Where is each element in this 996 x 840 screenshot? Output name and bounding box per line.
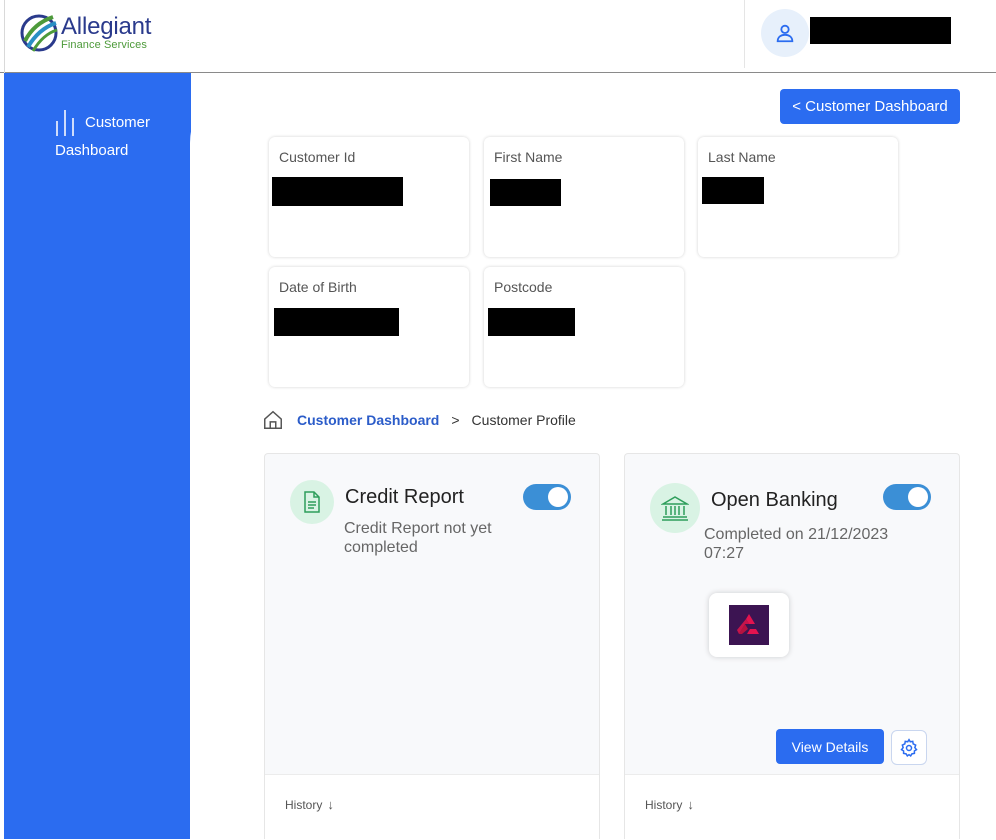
postcode-card: Postcode	[484, 267, 684, 387]
credit-report-status: Credit Report not yet completed	[344, 520, 492, 556]
user-icon	[776, 24, 794, 43]
history-label: History	[285, 797, 323, 812]
credit-report-footer: History ↓	[265, 774, 599, 840]
credit-report-title: Credit Report	[345, 486, 464, 508]
last-name-label: Last Name	[708, 149, 776, 165]
header-divider	[744, 0, 745, 68]
postcode-value-redacted	[488, 308, 575, 336]
allegiant-logo-icon	[20, 14, 58, 52]
customer-id-label: Customer Id	[279, 149, 356, 165]
customer-id-card: Customer Id	[269, 137, 469, 257]
document-icon	[304, 491, 320, 513]
open-banking-toggle[interactable]	[883, 484, 931, 510]
back-to-dashboard-button[interactable]: < Customer Dashboard	[780, 89, 960, 124]
first-name-label: First Name	[494, 149, 563, 165]
open-banking-panel: Open Banking Completed on 21/12/2023 07:…	[624, 453, 960, 840]
breadcrumb-separator: >	[451, 412, 460, 428]
last-name-value-redacted	[702, 177, 764, 204]
arrow-down-icon: ↓	[327, 797, 334, 812]
credit-report-panel: Credit Report Credit Report not yet comp…	[264, 453, 600, 840]
date-of-birth-value-redacted	[274, 308, 399, 336]
brand-name: Allegiant	[61, 13, 152, 40]
open-banking-status: Completed on 21/12/2023 07:27	[704, 526, 889, 562]
user-avatar[interactable]	[761, 9, 809, 57]
arrow-down-icon: ↓	[687, 797, 694, 812]
user-name-redacted	[810, 17, 951, 44]
breadcrumb-current: Customer Profile	[471, 412, 576, 428]
header-left-rule	[4, 0, 5, 73]
customer-id-value-redacted	[272, 177, 403, 206]
credit-report-icon-circle	[290, 480, 334, 524]
sidebar-item-customer-dashboard[interactable]: Customer Dashboard	[55, 109, 191, 164]
top-header: Allegiant Finance Services	[0, 0, 996, 73]
sidebar: Customer Dashboard	[4, 73, 191, 839]
brand-logo[interactable]: Allegiant Finance Services	[19, 11, 151, 55]
natwest-logo-icon	[729, 605, 769, 645]
date-of-birth-card: Date of Birth	[269, 267, 469, 387]
brand-tagline: Finance Services	[61, 39, 147, 51]
last-name-card: Last Name	[698, 137, 898, 257]
settings-button[interactable]	[891, 730, 927, 765]
bar-chart-icon	[56, 110, 74, 137]
credit-report-toggle[interactable]	[523, 484, 571, 510]
first-name-card: First Name	[484, 137, 684, 257]
open-banking-footer: History ↓	[625, 774, 959, 840]
open-banking-history-toggle[interactable]: History ↓	[645, 797, 694, 812]
date-of-birth-label: Date of Birth	[279, 279, 357, 295]
view-details-button[interactable]: View Details	[776, 729, 884, 764]
open-banking-title: Open Banking	[711, 489, 838, 511]
breadcrumb: Customer Dashboard > Customer Profile	[262, 409, 576, 431]
first-name-value-redacted	[490, 179, 561, 206]
bank-icon	[661, 496, 689, 521]
history-label: History	[645, 797, 683, 812]
breadcrumb-link-customer-dashboard[interactable]: Customer Dashboard	[297, 412, 439, 428]
gear-icon	[900, 737, 918, 757]
bank-logo-tile[interactable]	[709, 593, 789, 657]
home-icon[interactable]	[262, 409, 284, 431]
open-banking-icon-circle	[650, 483, 700, 533]
postcode-label: Postcode	[494, 279, 553, 295]
credit-report-history-toggle[interactable]: History ↓	[285, 797, 334, 812]
